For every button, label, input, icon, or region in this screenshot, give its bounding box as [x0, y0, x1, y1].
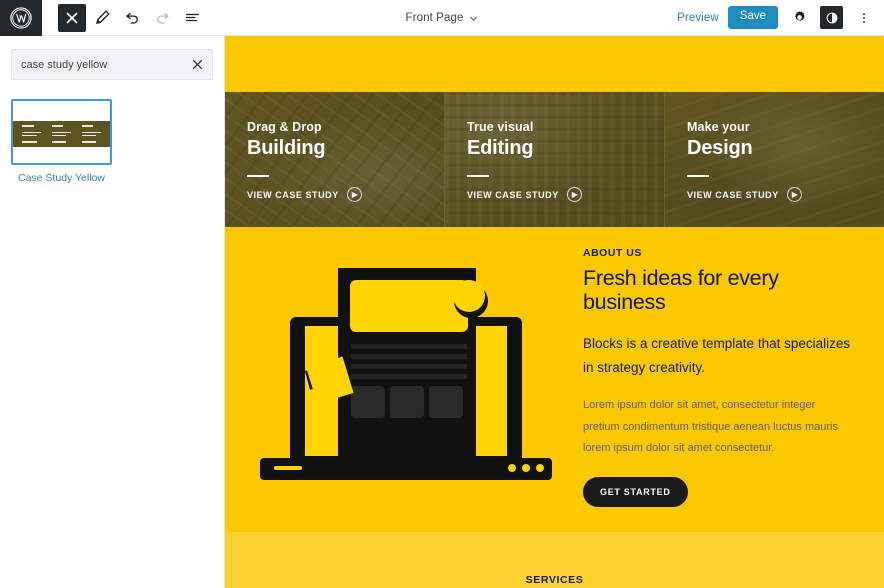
pattern-item-label: Case Study Yellow	[18, 172, 105, 184]
toolbar-right-tools: Preview Save	[677, 6, 884, 30]
about-us-section: ABOUT US Fresh ideas for every business …	[225, 227, 884, 532]
about-heading: Fresh ideas for every business	[583, 265, 779, 315]
pattern-item-case-study-yellow[interactable]: Case Study Yellow	[11, 99, 112, 186]
gear-icon[interactable]	[787, 6, 811, 30]
case-study-headline: Design	[687, 137, 753, 159]
pattern-thumbnail-preview	[13, 121, 110, 147]
case-study-card-2[interactable]: True visual Editing VIEW CASE STUDY ▶	[444, 92, 664, 227]
preview-button[interactable]: Preview	[677, 12, 719, 24]
search-area	[0, 36, 224, 80]
about-lead-paragraph: Blocks is a creative template that speci…	[583, 335, 851, 375]
search-input[interactable]	[21, 58, 186, 71]
view-case-study-label: VIEW CASE STUDY	[687, 189, 779, 200]
case-study-eyebrow: Make your	[687, 120, 750, 134]
more-vertical-dots-icon[interactable]	[852, 6, 876, 30]
contrast-half-circle-icon[interactable]	[820, 6, 843, 29]
undo-icon[interactable]	[118, 4, 146, 32]
arrow-right-circle-icon: ▶	[786, 187, 802, 202]
page-canvas[interactable]: Drag & Drop Building VIEW CASE STUDY ▶ T…	[225, 36, 884, 588]
view-case-study-link[interactable]: VIEW CASE STUDY ▶	[687, 187, 802, 202]
get-started-button[interactable]: GET STARTED	[583, 476, 688, 507]
pencil-edit-icon[interactable]	[88, 4, 116, 32]
case-study-card-1[interactable]: Drag & Drop Building VIEW CASE STUDY ▶	[225, 92, 444, 227]
divider	[687, 175, 709, 177]
case-study-headline: Editing	[467, 137, 534, 159]
toolbar-left-tools	[58, 3, 206, 32]
services-title: SERVICES	[525, 574, 584, 586]
divider	[467, 175, 489, 177]
about-kicker: ABOUT US	[583, 246, 642, 259]
close-icon[interactable]	[58, 3, 86, 32]
pattern-inserter-sidebar: Case Study Yellow	[0, 36, 225, 588]
editor-body: Case Study Yellow Drag & Drop Building V…	[0, 36, 884, 588]
case-study-eyebrow: True visual	[467, 120, 534, 134]
case-study-eyebrow: Drag & Drop	[247, 120, 322, 134]
chevron-down-icon	[470, 16, 478, 21]
view-case-study-link[interactable]: VIEW CASE STUDY ▶	[467, 187, 582, 202]
view-case-study-label: VIEW CASE STUDY	[467, 189, 559, 200]
clear-search-icon[interactable]	[186, 54, 208, 76]
case-study-headline: Building	[247, 137, 326, 159]
laptop-design-illustration	[241, 260, 571, 500]
hero-yellow-band	[225, 36, 884, 92]
document-title-label: Front Page	[405, 12, 464, 24]
case-study-card-3[interactable]: Make your Design VIEW CASE STUDY ▶	[664, 92, 884, 227]
arrow-right-circle-icon: ▶	[346, 187, 362, 202]
wordpress-logo-icon[interactable]	[0, 0, 42, 36]
redo-icon[interactable]	[148, 4, 176, 32]
about-us-copy: ABOUT US Fresh ideas for every business …	[571, 247, 856, 513]
editor-toolbar: Front Page Preview Save	[0, 0, 884, 36]
editor-window: Front Page Preview Save case study yello…	[0, 0, 884, 588]
pattern-results-list: Case Study Yellow	[0, 80, 224, 186]
save-button[interactable]: Save	[727, 6, 778, 29]
services-section: SERVICES	[225, 532, 884, 588]
pattern-thumbnail[interactable]	[11, 99, 112, 165]
list-view-icon[interactable]	[178, 4, 206, 32]
case-studies-row: Drag & Drop Building VIEW CASE STUDY ▶ T…	[225, 92, 884, 227]
arrow-right-circle-icon: ▶	[566, 187, 582, 202]
view-case-study-link[interactable]: VIEW CASE STUDY ▶	[247, 187, 362, 202]
divider	[247, 175, 269, 177]
about-body-paragraph: Lorem ipsum dolor sit amet, consectetur …	[583, 399, 838, 455]
search-field[interactable]	[11, 49, 213, 80]
view-case-study-label: VIEW CASE STUDY	[247, 189, 339, 200]
